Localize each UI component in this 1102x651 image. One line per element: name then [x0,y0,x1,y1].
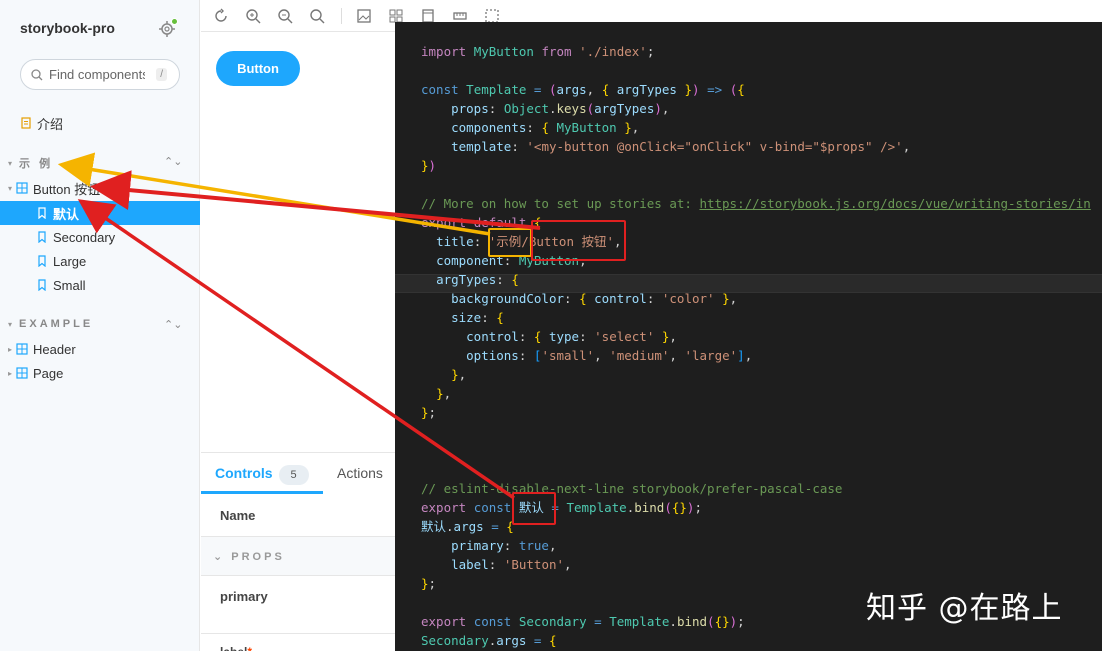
caret-down-icon: ▾ [8,319,16,329]
code-line: // eslint-disable-next-line storybook/pr… [421,481,843,496]
reload-icon[interactable] [213,8,229,24]
sidebar-item-page[interactable]: ▸ Page [0,361,200,385]
sidebar-item-story-large[interactable]: Large [0,249,200,273]
sidebar-item-story-secondary[interactable]: Secondary [0,225,200,249]
background-image-icon[interactable] [356,8,372,24]
bookmark-icon [38,231,46,243]
code-line: label: 'Button', [451,557,572,572]
sidebar-item-label: Large [53,253,87,269]
code-line: import MyButton from './index'; [421,44,655,59]
code-line: export const 默认 = Template.bind({}); [421,500,702,515]
sidebar-item-label: Small [53,277,86,293]
code-line: components: { MyButton }, [451,120,640,135]
addons-panel: Controls 5 Actions Name ⌄ PROPS primary l… [201,452,401,651]
code-line: size: { [451,310,504,325]
code-line: options: ['small', 'medium', 'large'], [466,348,753,363]
code-line: }) [421,158,437,173]
zoom-out-icon[interactable] [277,8,293,24]
section-example-en[interactable]: ▾ EXAMPLE [8,318,93,330]
bookmark-icon [38,255,46,267]
tab-label: Controls [215,465,273,481]
controls-count-badge: 5 [278,465,309,485]
caret-right-icon: ▸ [8,344,13,354]
document-icon [21,117,31,129]
code-line: template: '<my-button @onClick="onClick"… [451,139,911,154]
sidebar: storybook-pro Find components / 介绍 ▾ 示 例… [0,0,200,651]
settings-gear-icon[interactable] [158,18,178,38]
brand-title[interactable]: storybook-pro [20,20,115,36]
code-line: }; [421,405,437,420]
code-line: export const Secondary = Template.bind({… [421,614,745,629]
sidebar-item-label: Header [33,341,76,357]
code-line: props: Object.keys(argTypes), [451,101,670,116]
prop-name-primary: primary [220,589,268,604]
code-line: const Template = (args, { argTypes }) =>… [421,82,745,97]
caret-right-icon: ▸ [8,368,13,378]
code-line: primary: true, [451,538,557,553]
code-line: }; [421,576,437,591]
notification-dot [171,18,178,25]
preview-button[interactable]: Button [216,51,300,86]
annotation-box-default [512,492,556,525]
component-grid-icon [16,367,28,379]
component-grid-icon [16,343,28,355]
search-input[interactable]: Find components / [20,59,180,90]
component-grid-icon [16,182,28,194]
code-editor-overlay: import MyButton from './index'; const Tem… [395,22,1102,651]
toolbar-divider [341,7,342,24]
section-example-cn[interactable]: ▾ 示 例 [8,155,53,171]
watermark: 知乎 @在路上 [866,591,1063,626]
row-divider [201,633,401,634]
tab-actions[interactable]: Actions [337,465,383,481]
props-text: PROPS [231,551,285,563]
sidebar-item-label: Button 按钮 [33,181,101,197]
collapse-toggle-icon[interactable]: ⌃⌄ [164,155,182,168]
sidebar-item-label: Page [33,365,64,381]
prop-label-text: label [220,645,247,651]
sidebar-item-intro[interactable]: 介绍 [0,111,200,135]
sidebar-item-label: 默认 [53,206,80,222]
code-line: control: { type: 'select' }, [466,329,677,344]
code-line: // More on how to set up stories at: htt… [421,196,1091,211]
props-section-header[interactable]: ⌄ PROPS [201,536,401,576]
caret-down-icon: ▾ [8,158,16,168]
sidebar-item-label: 介绍 [37,116,64,132]
sidebar-item-header[interactable]: ▸ Header [0,337,200,361]
sidebar-item-story-default[interactable]: 默认 [0,201,200,225]
code-line: }, [436,386,452,401]
search-shortcut-key: / [156,68,167,81]
bookmark-icon [38,279,46,291]
active-tab-indicator [201,491,323,494]
code-line: backgroundColor: { control: 'color' }, [451,291,738,306]
annotation-box-title [531,220,626,261]
tab-controls[interactable]: Controls 5 [215,465,309,485]
collapse-toggle-icon[interactable]: ⌃⌄ [164,318,182,331]
sidebar-item-button-group[interactable]: ▾ Button 按钮 [0,176,200,200]
code-line: 默认.args = { [421,519,514,534]
bookmark-icon [38,207,46,219]
code-line: Secondary.args = { [421,633,557,648]
zoom-in-icon[interactable] [245,8,261,24]
prop-name-label: label* [220,645,252,651]
search-icon [31,68,43,80]
caret-down-icon: ▾ [8,183,13,193]
sidebar-item-label: Secondary [53,229,116,245]
search-placeholder: Find components [49,67,145,82]
section-label: EXAMPLE [19,318,94,330]
code-line: }, [451,367,467,382]
section-label: 示 例 [19,158,54,170]
column-header-name: Name [220,508,256,523]
sidebar-item-story-small[interactable]: Small [0,273,200,297]
annotation-box-yellow [488,228,532,257]
props-label: ⌄ PROPS [213,551,285,563]
zoom-reset-icon[interactable] [309,8,325,24]
code-line: argTypes: { [436,272,519,287]
